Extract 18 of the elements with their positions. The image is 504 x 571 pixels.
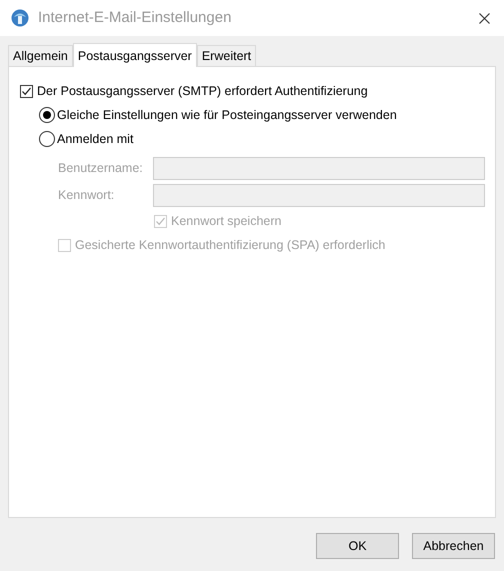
checkbox-label: Gesicherte Kennwortauthentifizierung (SPA) erforderlich xyxy=(75,236,386,254)
checkbox-label: Kennwort speichern xyxy=(171,212,282,230)
app-icon xyxy=(10,8,30,28)
tab[interactable]: Postausgangsserver xyxy=(72,43,197,67)
tab[interactable]: Erweitert xyxy=(196,45,256,66)
field-label: Benutzername: xyxy=(58,160,143,178)
ok-button[interactable]: OK xyxy=(316,533,399,559)
radio-label: Anmelden mit xyxy=(57,130,134,148)
checkbox-label: Der Postausgangsserver (SMTP) erfordert Authentifizierung xyxy=(37,82,368,100)
checkbox[interactable] xyxy=(20,84,33,98)
window-title: Internet-E-Mail-Einstellungen xyxy=(38,8,232,28)
close-icon[interactable] xyxy=(479,12,490,24)
radio-label: Gleiche Einstellungen wie für Posteingangsserver verwenden xyxy=(57,106,397,124)
field-label: Kennwort: xyxy=(58,187,114,204)
cancel-button[interactable]: Abbrechen xyxy=(412,533,495,559)
radio-button[interactable] xyxy=(39,107,55,123)
tab[interactable]: Allgemein xyxy=(8,45,73,66)
radio-button[interactable] xyxy=(39,131,55,147)
